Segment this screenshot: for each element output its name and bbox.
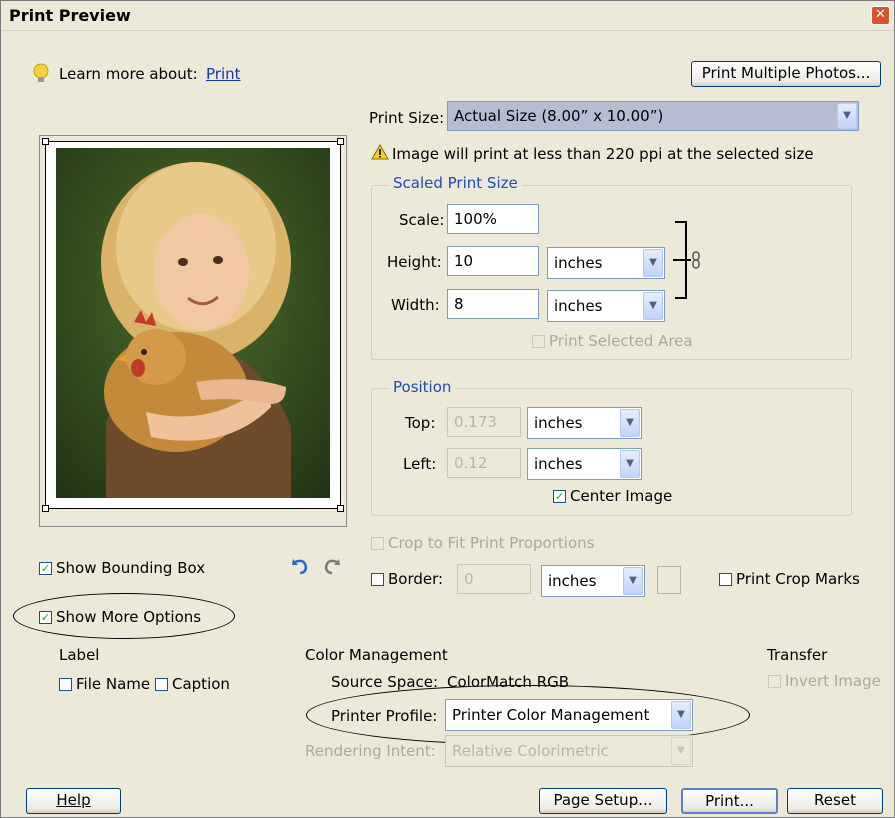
chevron-down-icon: ▼: [620, 450, 640, 478]
rotate-right-icon[interactable]: [321, 556, 341, 576]
width-input[interactable]: 8: [447, 289, 539, 319]
file-name-label: File Name: [76, 675, 151, 693]
crop-to-fit-label: Crop to Fit Print Proportions: [388, 534, 595, 552]
help-button-label: Help: [56, 791, 91, 809]
rotate-left-icon[interactable]: [291, 556, 311, 576]
print-multiple-photos-button[interactable]: Print Multiple Photos...: [691, 61, 881, 87]
print-button[interactable]: Print...: [681, 788, 778, 814]
top-label: Top:: [405, 414, 436, 432]
reset-button[interactable]: Reset: [787, 788, 883, 814]
center-image-label: Center Image: [570, 487, 673, 505]
height-unit-value: inches: [554, 254, 603, 272]
width-unit-select[interactable]: inches ▼: [547, 290, 665, 322]
scaled-print-size-legend: Scaled Print Size: [389, 174, 522, 192]
learn-more-print-link[interactable]: Print: [206, 65, 241, 83]
transfer-title: Transfer: [767, 646, 828, 664]
constrain-bracket-mid: [673, 259, 691, 261]
border-input[interactable]: 0: [457, 564, 531, 594]
chain-link-icon[interactable]: [691, 251, 701, 269]
print-crop-marks-label: Print Crop Marks: [736, 570, 860, 588]
left-unit-value: inches: [534, 455, 583, 473]
position-legend: Position: [389, 378, 456, 396]
chevron-down-icon: ▼: [620, 409, 640, 437]
printer-profile-label: Printer Profile:: [331, 707, 438, 725]
page-setup-button[interactable]: Page Setup...: [539, 788, 667, 814]
close-button[interactable]: ✕: [871, 6, 890, 25]
border-label: Border:: [388, 570, 444, 588]
height-input[interactable]: 10: [447, 246, 539, 276]
lightbulb-icon: [33, 63, 49, 85]
chevron-down-icon: ▼: [671, 701, 691, 729]
preview-page: [42, 138, 344, 512]
left-input[interactable]: 0.12: [447, 448, 521, 478]
rendering-intent-select[interactable]: Relative Colorimetric ▼: [445, 735, 693, 767]
height-unit-select[interactable]: inches ▼: [547, 247, 665, 279]
print-size-value: Actual Size (8.00” x 10.00”): [454, 107, 664, 125]
show-bounding-box-label: Show Bounding Box: [56, 559, 206, 577]
printer-profile-select[interactable]: Printer Color Management ▼: [445, 699, 693, 731]
bounding-handle[interactable]: [42, 138, 49, 145]
show-bounding-box-checkbox[interactable]: ✓: [39, 562, 52, 575]
width-unit-value: inches: [554, 297, 603, 315]
learn-more-label: Learn more about:: [59, 65, 198, 83]
chevron-down-icon: ▼: [643, 292, 663, 320]
color-management-title: Color Management: [305, 646, 448, 664]
chevron-down-icon: ▼: [671, 737, 691, 765]
ppi-warning-text: Image will print at less than 220 ppi at…: [392, 145, 814, 163]
center-image-checkbox[interactable]: ✓: [553, 490, 566, 503]
chevron-down-icon: ▼: [837, 103, 857, 129]
top-unit-select[interactable]: inches ▼: [527, 407, 642, 439]
invert-image-label: Invert Image: [785, 672, 881, 690]
rendering-intent-value: Relative Colorimetric: [452, 742, 609, 760]
print-selected-area-checkbox[interactable]: [532, 335, 545, 348]
rendering-intent-label: Rendering Intent:: [305, 742, 436, 760]
border-unit-select[interactable]: inches ▼: [541, 565, 645, 597]
print-crop-marks-checkbox[interactable]: [719, 573, 732, 586]
top-input[interactable]: 0.173: [447, 407, 521, 437]
bounding-handle[interactable]: [337, 138, 344, 145]
label-section-title: Label: [59, 646, 100, 664]
caption-label: Caption: [172, 675, 230, 693]
title-bar: Print Preview ✕: [1, 1, 894, 31]
border-checkbox[interactable]: [371, 573, 384, 586]
border-color-swatch[interactable]: [657, 566, 681, 594]
bounding-handle[interactable]: [337, 505, 344, 512]
file-name-checkbox[interactable]: [59, 678, 72, 691]
show-more-options-label: Show More Options: [56, 608, 202, 626]
show-more-options-checkbox[interactable]: ✓: [39, 611, 52, 624]
top-unit-value: inches: [534, 414, 583, 432]
print-size-select[interactable]: Actual Size (8.00” x 10.00”) ▼: [447, 101, 859, 131]
border-unit-value: inches: [548, 572, 597, 590]
photo-preview: [56, 148, 330, 498]
height-label: Height:: [387, 253, 442, 271]
chevron-down-icon: ▼: [623, 567, 643, 595]
invert-image-checkbox[interactable]: [768, 675, 781, 688]
left-label: Left:: [403, 455, 437, 473]
scale-label: Scale:: [399, 211, 445, 229]
print-selected-area-label: Print Selected Area: [549, 332, 693, 350]
help-button[interactable]: Help: [26, 788, 121, 814]
preview-frame: [39, 135, 347, 527]
bounding-handle[interactable]: [42, 505, 49, 512]
print-preview-dialog: Print Preview ✕ Learn more about: Print …: [0, 0, 895, 818]
caption-checkbox[interactable]: [155, 678, 168, 691]
chevron-down-icon: ▼: [643, 249, 663, 277]
window-title: Print Preview: [9, 6, 131, 25]
warning-icon: [371, 143, 389, 160]
crop-to-fit-checkbox[interactable]: [371, 537, 384, 550]
print-size-label: Print Size:: [369, 109, 445, 127]
width-label: Width:: [391, 296, 440, 314]
printer-profile-value: Printer Color Management: [452, 706, 650, 724]
scale-input[interactable]: 100%: [447, 204, 539, 234]
left-unit-select[interactable]: inches ▼: [527, 448, 642, 480]
